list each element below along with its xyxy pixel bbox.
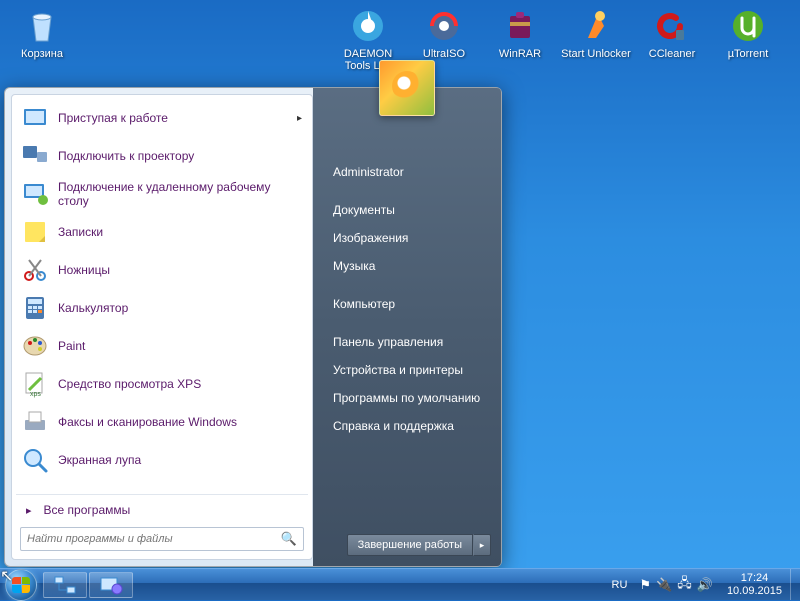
taskbar-pinned-media[interactable] (89, 572, 133, 598)
program-label: Экранная лупа (58, 453, 141, 467)
chevron-right-icon: ▸ (297, 113, 302, 124)
chevron-right-icon: ▸ (26, 504, 32, 517)
program-calculator[interactable]: Калькулятор (14, 289, 310, 327)
search-box[interactable]: 🔍 (20, 527, 304, 551)
default-programs-link[interactable]: Программы по умолчанию (325, 384, 493, 412)
start-menu: Приступая к работе ▸ Подключить к проект… (4, 87, 502, 567)
program-label: Факсы и сканирование Windows (58, 415, 237, 429)
pictures-link[interactable]: Изображения (325, 224, 493, 252)
power-icon[interactable]: 🔌 (656, 577, 672, 593)
daemon-tools-icon (348, 6, 388, 46)
help-support-link[interactable]: Справка и поддержка (325, 412, 493, 440)
desktop-icon-label: UltraISO (423, 48, 465, 60)
volume-icon[interactable]: 🔊 (697, 577, 713, 593)
ultraiso-icon (424, 6, 464, 46)
program-xps-viewer[interactable]: xps Средство просмотра XPS (14, 365, 310, 403)
all-programs-label: Все программы (44, 503, 131, 517)
paint-icon (20, 331, 50, 361)
recycle-bin-icon (22, 6, 62, 46)
desktop-icon-utorrent[interactable]: µTorrent (710, 6, 786, 72)
program-label: Средство просмотра XPS (58, 377, 201, 391)
music-link[interactable]: Музыка (325, 252, 493, 280)
clock-date: 10.09.2015 (727, 585, 782, 597)
program-magnifier[interactable]: Экранная лупа (14, 441, 310, 479)
desktop-icon-label: WinRAR (499, 48, 541, 60)
getting-started-icon (20, 103, 50, 133)
program-label: Калькулятор (58, 301, 128, 315)
network-icon (53, 575, 77, 595)
computer-link[interactable]: Компьютер (325, 290, 493, 318)
ccleaner-icon (652, 6, 692, 46)
program-getting-started[interactable]: Приступая к работе ▸ (14, 99, 310, 137)
divider (16, 494, 308, 495)
sticky-notes-icon (20, 217, 50, 247)
program-sticky-notes[interactable]: Записки (14, 213, 310, 251)
desktop-icon-start-unlocker[interactable]: Start Unlocker (558, 6, 634, 72)
all-programs-button[interactable]: ▸ Все программы (12, 497, 312, 523)
user-name-link[interactable]: Administrator (325, 158, 493, 186)
user-avatar[interactable] (379, 60, 435, 116)
utorrent-icon (728, 6, 768, 46)
shutdown-options-button[interactable]: ▸ (473, 534, 491, 556)
magnifier-icon (20, 445, 50, 475)
program-paint[interactable]: Paint (14, 327, 310, 365)
program-fax-scan[interactable]: Факсы и сканирование Windows (14, 403, 310, 441)
program-label: Подключить к проектору (58, 149, 194, 163)
desktop-icon-winrar[interactable]: WinRAR (482, 6, 558, 72)
desktop-icon-ccleaner[interactable]: CCleaner (634, 6, 710, 72)
taskbar: RU ⚑ 🔌 🖧 🔊 17:24 10.09.2015 (0, 568, 800, 600)
start-unlocker-icon (576, 6, 616, 46)
documents-link[interactable]: Документы (325, 196, 493, 224)
desktop-icon-label: CCleaner (649, 48, 695, 60)
desktop-icon-label: Start Unlocker (561, 48, 631, 60)
taskbar-pinned-network[interactable] (43, 572, 87, 598)
language-indicator[interactable]: RU (606, 579, 634, 591)
program-snipping-tool[interactable]: Ножницы (14, 251, 310, 289)
start-button[interactable] (0, 569, 42, 601)
shutdown-group: Завершение работы ▸ (347, 534, 491, 556)
start-menu-programs-list: Приступая к работе ▸ Подключить к проект… (12, 95, 312, 492)
xps-viewer-icon: xps (20, 369, 50, 399)
program-label: Ножницы (58, 263, 110, 277)
devices-printers-link[interactable]: Устройства и принтеры (325, 356, 493, 384)
program-label: Paint (58, 339, 85, 353)
desktop-icon-label: Корзина (21, 48, 63, 60)
winrar-icon (500, 6, 540, 46)
desktop-icon-recycle-bin[interactable]: Корзина (4, 6, 80, 72)
control-panel-link[interactable]: Панель управления (325, 328, 493, 356)
program-label: Записки (58, 225, 103, 239)
program-label: Подключение к удаленному рабочему столу (58, 180, 304, 209)
calculator-icon (20, 293, 50, 323)
show-desktop-button[interactable] (790, 569, 800, 600)
start-menu-right-pane: Administrator Документы Изображения Музы… (313, 88, 501, 566)
search-input[interactable] (27, 533, 281, 545)
rdp-icon (20, 179, 50, 209)
system-tray: RU ⚑ 🔌 🖧 🔊 17:24 10.09.2015 (606, 569, 800, 600)
fax-scan-icon (20, 407, 50, 437)
start-menu-left-pane: Приступая к работе ▸ Подключить к проект… (11, 94, 313, 560)
search-icon: 🔍 (281, 531, 297, 547)
program-rdp[interactable]: Подключение к удаленному рабочему столу (14, 175, 310, 213)
shutdown-button[interactable]: Завершение работы (347, 534, 473, 556)
windows-logo-icon (5, 569, 37, 601)
program-projector[interactable]: Подключить к проектору (14, 137, 310, 175)
network-tray-icon[interactable]: 🖧 (677, 574, 692, 596)
svg-text:xps: xps (30, 391, 41, 398)
action-center-icon[interactable]: ⚑ (639, 577, 651, 593)
disc-monitor-icon (99, 575, 123, 595)
clock[interactable]: 17:24 10.09.2015 (719, 572, 790, 596)
program-label: Приступая к работе (58, 111, 168, 125)
clock-time: 17:24 (727, 572, 782, 584)
desktop-icon-label: µTorrent (728, 48, 769, 60)
snipping-tool-icon (20, 255, 50, 285)
projector-icon (20, 141, 50, 171)
